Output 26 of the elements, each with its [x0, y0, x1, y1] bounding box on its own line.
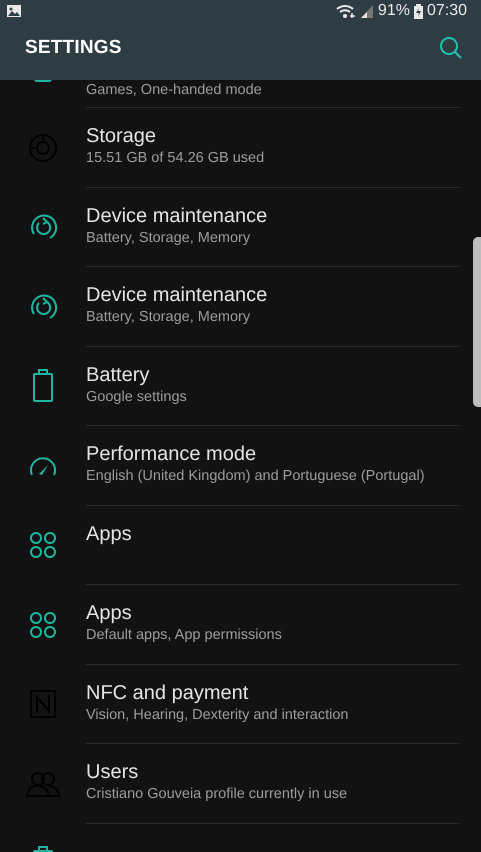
setting-title: Device maintenance — [86, 283, 268, 307]
clock-time: 07:30 — [426, 1, 467, 21]
setting-subtitle: Vision, Hearing, Dexterity and interaction — [86, 706, 348, 724]
setting-subtitle: 15.51 GB of 54.26 GB used — [86, 149, 264, 168]
wifi-icon — [336, 4, 356, 18]
setting-title: Apps — [86, 522, 132, 546]
setting-subtitle: Battery, Storage, Memory — [86, 228, 250, 248]
setting-subtitle: Battery, Storage, Memory — [86, 308, 250, 327]
setting-title: Storage — [86, 124, 156, 148]
setting-title: Device maintenance — [86, 204, 268, 228]
setting-subtitle: Games, One-handed mode — [86, 81, 262, 100]
signal-icon — [360, 4, 374, 18]
setting-subtitle: Google settings — [86, 388, 187, 406]
search-icon[interactable] — [439, 36, 463, 60]
setting-subtitle: English (United Kingdom) and Portuguese (Portugal) — [86, 467, 425, 486]
setting-title: Users — [86, 760, 138, 784]
setting-subtitle: Cristiano Gouveia profile currently in use — [86, 785, 348, 804]
setting-title: Performance mode — [86, 442, 256, 466]
gallery-icon — [6, 4, 22, 18]
screen-title: SETTINGS — [25, 36, 123, 60]
battery-charging-icon — [414, 4, 423, 18]
setting-title: Apps — [86, 601, 132, 625]
battery-percent: 91% — [378, 1, 410, 21]
setting-subtitle: Default apps, App permissions — [86, 626, 282, 645]
setting-title: Battery — [86, 362, 150, 386]
setting-title: NFC and payment — [86, 680, 248, 704]
